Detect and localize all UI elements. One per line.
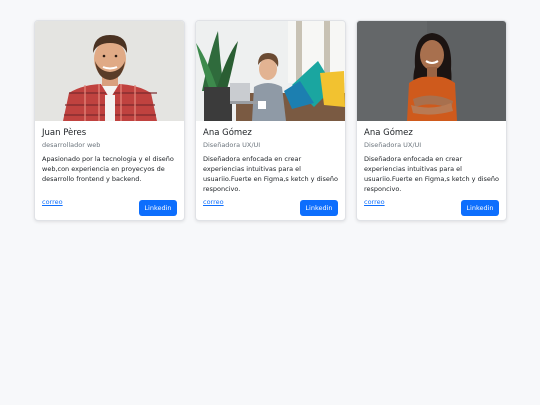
profile-card-list: Juan Pères desarrollador web Apasionado …	[34, 20, 507, 221]
email-link[interactable]: correo	[203, 198, 224, 206]
card-footer: correo Linkedin	[203, 198, 338, 216]
linkedin-button[interactable]: Linkedin	[461, 200, 499, 216]
profile-card: Ana Gómez Diseñadora UX/UI Diseñadora en…	[356, 20, 507, 221]
profile-description: Diseñadora enfocada en crear experiencia…	[203, 155, 338, 193]
profile-photo	[357, 21, 506, 121]
email-link[interactable]: correo	[42, 198, 63, 206]
profile-photo	[196, 21, 345, 121]
profile-role: Diseñadora UX/UI	[364, 141, 422, 149]
profile-description: Apasionado por la tecnologia y el diseño…	[42, 155, 174, 183]
profile-card: Juan Pères desarrollador web Apasionado …	[34, 20, 185, 221]
profile-card: Ana Gómez Diseñadora UX/UI Diseñadora en…	[195, 20, 346, 221]
profile-description: Diseñadora enfocada en crear experiencia…	[364, 155, 499, 193]
profile-role: Diseñadora UX/UI	[203, 141, 261, 149]
profile-name: Juan Pères	[42, 128, 87, 138]
profile-name: Ana Gómez	[364, 128, 413, 138]
card-footer: correo Linkedin	[364, 198, 499, 216]
profile-role: desarrollador web	[42, 141, 101, 149]
card-footer: correo Linkedin	[42, 198, 177, 216]
profile-photo	[35, 21, 184, 121]
email-link[interactable]: correo	[364, 198, 385, 206]
linkedin-button[interactable]: Linkedin	[139, 200, 177, 216]
linkedin-button[interactable]: Linkedin	[300, 200, 338, 216]
profile-name: Ana Gómez	[203, 128, 252, 138]
